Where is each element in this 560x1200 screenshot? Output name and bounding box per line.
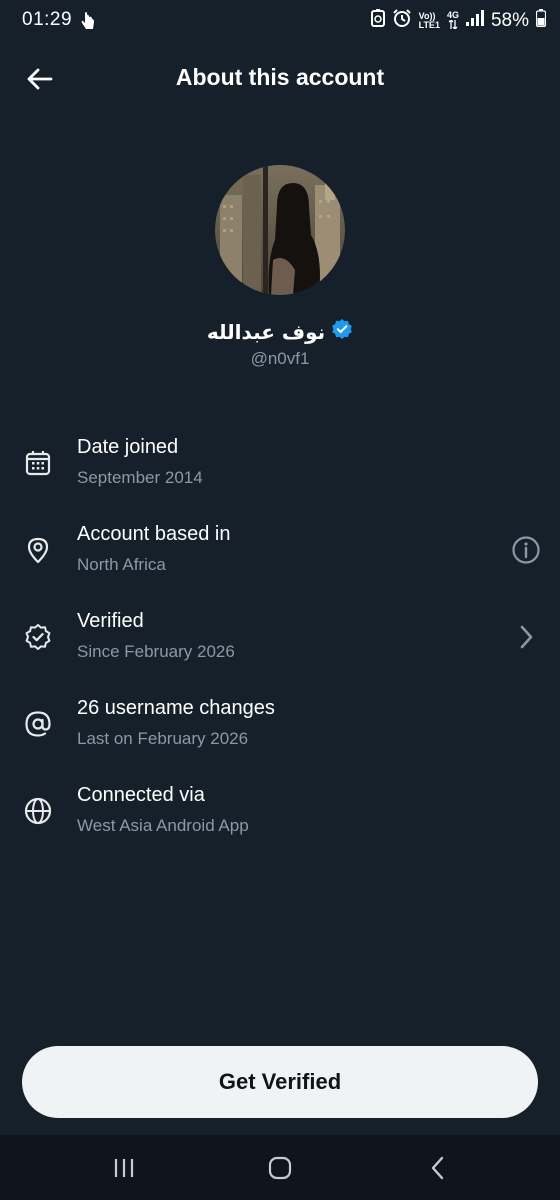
data-arrows-icon bbox=[448, 18, 458, 31]
info-row-verified[interactable]: Verified Since February 2026 bbox=[0, 599, 560, 679]
info-subtitle: North Africa bbox=[77, 555, 166, 574]
home-icon bbox=[268, 1156, 292, 1180]
battery-saver-icon bbox=[370, 9, 385, 32]
info-button[interactable] bbox=[510, 534, 542, 566]
info-title: Date joined bbox=[77, 436, 179, 458]
info-row-account-based-in: Account based in North Africa bbox=[0, 512, 560, 592]
chevron-right-icon bbox=[520, 625, 533, 649]
chevron-left-icon bbox=[431, 1156, 444, 1180]
info-subtitle: West Asia Android App bbox=[77, 816, 249, 835]
status-icons: Vo)) LTE1 4G 58% bbox=[370, 8, 547, 33]
recent-apps-icon bbox=[114, 1159, 134, 1177]
verified-details-button[interactable] bbox=[510, 621, 542, 653]
avatar[interactable] bbox=[215, 165, 345, 295]
info-title: Verified bbox=[77, 610, 144, 632]
at-sign-icon bbox=[22, 708, 54, 740]
home-button[interactable] bbox=[260, 1153, 300, 1183]
info-subtitle: September 2014 bbox=[77, 468, 203, 487]
display-name: نوف عبدالله bbox=[206, 319, 326, 344]
status-bar: 01:29 Vo)) LTE1 4G 58% bbox=[0, 0, 560, 44]
info-subtitle: Since February 2026 bbox=[77, 642, 235, 661]
volte-indicator: Vo)) LTE1 bbox=[418, 11, 440, 30]
verified-badge-icon bbox=[331, 318, 353, 345]
system-back-button[interactable] bbox=[418, 1153, 458, 1183]
username: @n0vf1 bbox=[250, 349, 310, 368]
page-title: About this account bbox=[175, 64, 385, 90]
info-row-date-joined: Date joined September 2014 bbox=[0, 425, 560, 505]
header: About this account bbox=[0, 52, 560, 106]
battery-percent: 58% bbox=[490, 9, 529, 31]
info-row-username-changes: 26 username changes Last on February 202… bbox=[0, 686, 560, 766]
avatar-photo bbox=[215, 165, 345, 295]
lte-label: LTE1 bbox=[418, 19, 440, 30]
info-title: Connected via bbox=[77, 784, 205, 806]
calendar-icon bbox=[22, 447, 54, 479]
battery-icon bbox=[535, 9, 547, 32]
network-type: 4G bbox=[446, 9, 459, 31]
alarm-icon bbox=[392, 8, 412, 33]
display-name-row: نوف عبدالله bbox=[0, 318, 560, 345]
info-title: Account based in bbox=[77, 523, 231, 545]
status-time: 01:29 bbox=[22, 9, 73, 30]
network-type-label: 4G bbox=[446, 9, 459, 20]
globe-icon bbox=[22, 795, 54, 827]
info-title: 26 username changes bbox=[77, 697, 275, 719]
recent-apps-button[interactable] bbox=[104, 1153, 144, 1183]
verified-seal-icon bbox=[22, 621, 54, 653]
system-navigation-bar bbox=[0, 1135, 560, 1200]
info-row-connected-via: Connected via West Asia Android App bbox=[0, 773, 560, 853]
location-pin-icon bbox=[22, 534, 54, 566]
info-subtitle: Last on February 2026 bbox=[77, 729, 249, 748]
hand-notification-icon bbox=[80, 11, 96, 36]
info-icon bbox=[512, 536, 540, 564]
get-verified-button[interactable]: Get Verified bbox=[22, 1046, 538, 1118]
signal-strength-icon bbox=[465, 10, 484, 31]
